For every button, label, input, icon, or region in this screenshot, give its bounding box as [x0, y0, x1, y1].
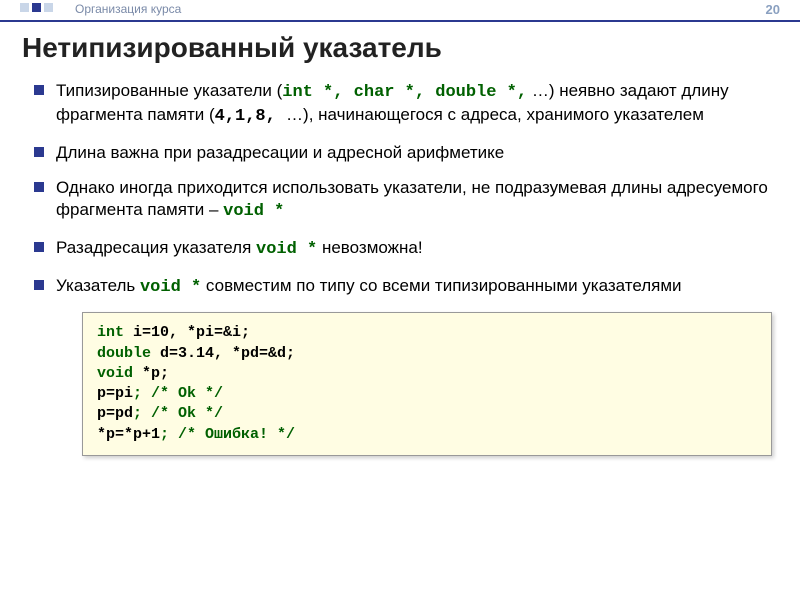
bullet-item: Указатель void * совместим по типу со вс…	[30, 275, 770, 299]
code-line: int i=10, *pi=&i;	[97, 323, 757, 343]
bullet-text: …), начинающегося с адреса, хранимого ук…	[286, 105, 704, 124]
bullet-item: Типизированные указатели (int *, char *,…	[30, 80, 770, 128]
inline-code: 4,1,8,	[215, 107, 286, 126]
breadcrumb: Организация курса	[75, 2, 181, 16]
inline-code: void *	[140, 278, 201, 297]
header-bullets	[20, 3, 53, 12]
bullet-text: Длина важна при разадресации и адресной …	[56, 143, 504, 162]
inline-code: void *	[223, 202, 284, 221]
bullet-list: Типизированные указатели (int *, char *,…	[30, 80, 770, 298]
header-bar: Организация курса 20	[0, 0, 800, 22]
header-bullet	[20, 3, 29, 12]
code-block: int i=10, *pi=&i; double d=3.14, *pd=&d;…	[82, 312, 772, 456]
code-line: p=pd; /* Ok */	[97, 404, 757, 424]
header-bullet	[32, 3, 41, 12]
bullet-text: Разадресация указателя	[56, 238, 256, 257]
inline-code: int *, char *, double *,	[282, 83, 527, 102]
bullet-item: Длина важна при разадресации и адресной …	[30, 142, 770, 164]
code-line: void *p;	[97, 364, 757, 384]
page-number: 20	[766, 2, 780, 17]
bullet-item: Однако иногда приходится использовать ук…	[30, 177, 770, 223]
bullet-text: совместим по типу со всеми типизированны…	[201, 276, 681, 295]
bullet-item: Разадресация указателя void * невозможна…	[30, 237, 770, 261]
slide-title: Нетипизированный указатель	[22, 32, 800, 64]
bullet-text: Однако иногда приходится использовать ук…	[56, 178, 768, 219]
bullet-text: Указатель	[56, 276, 140, 295]
code-line: *p=*p+1; /* Ошибка! */	[97, 425, 757, 445]
bullet-text: Типизированные указатели (	[56, 81, 282, 100]
header-bullet	[44, 3, 53, 12]
inline-code: void *	[256, 240, 317, 259]
code-line: p=pi; /* Ok */	[97, 384, 757, 404]
bullet-text: невозможна!	[317, 238, 422, 257]
content-area: Типизированные указатели (int *, char *,…	[0, 80, 800, 456]
code-line: double d=3.14, *pd=&d;	[97, 344, 757, 364]
